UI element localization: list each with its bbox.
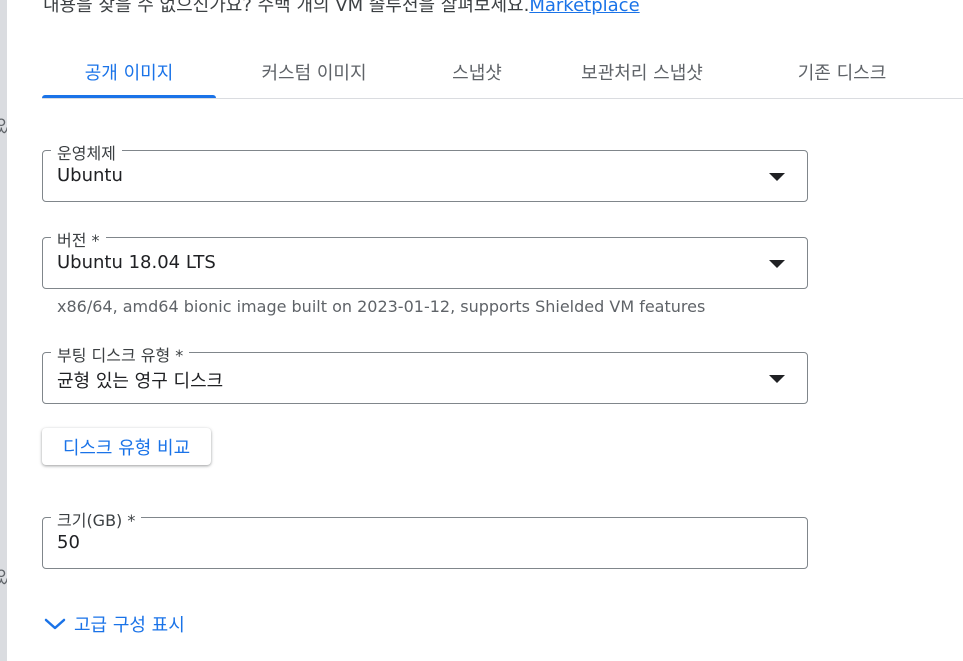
disk-size-label: 크기(GB) * <box>51 507 142 531</box>
version-hint: x86/64, amd64 bionic image built on 2023… <box>57 297 706 316</box>
boot-disk-panel: 내용을 찾을 수 없으신가요? 수백 개의 VM 솔루션을 살펴보세요.Mark… <box>7 0 963 661</box>
marketplace-intro-text: 내용을 찾을 수 없으신가요? 수백 개의 VM 솔루션을 살펴보세요. <box>43 0 530 16</box>
boot-disk-type-value: 균형 있는 영구 디스크 <box>57 371 224 392</box>
boot-disk-type-select[interactable]: 부팅 디스크 유형 * 균형 있는 영구 디스크 <box>42 342 808 404</box>
compare-disk-types-button[interactable]: 디스크 유형 비교 <box>42 428 211 465</box>
dropdown-arrow-icon <box>769 375 785 383</box>
tab-custom-images[interactable]: 커스텀 이미지 <box>216 46 412 97</box>
os-select-value: Ubuntu <box>57 165 123 186</box>
show-advanced-config-label: 고급 구성 표시 <box>74 615 185 636</box>
version-select[interactable]: 버전 * Ubuntu 18.04 LTS <box>42 227 808 289</box>
tab-snapshots[interactable]: 스냅샷 <box>412 46 542 97</box>
dropdown-arrow-icon <box>769 260 785 268</box>
image-source-tabs: 공개 이미지 커스텀 이미지 스냅샷 보관처리 스냅샷 기존 디스크 <box>42 46 963 99</box>
marketplace-link[interactable]: Marketplace <box>529 0 639 16</box>
background-page-edge: 있 i 있 <box>0 0 12 661</box>
boot-disk-type-label: 부팅 디스크 유형 * <box>51 342 190 366</box>
dropdown-arrow-icon <box>769 173 785 181</box>
tab-archive-snapshots[interactable]: 보관처리 스냅샷 <box>542 46 742 97</box>
os-select-label: 운영체제 <box>51 140 122 164</box>
disk-size-value: 50 <box>57 532 80 553</box>
show-advanced-config-toggle[interactable]: 고급 구성 표시 <box>44 610 185 638</box>
version-select-value: Ubuntu 18.04 LTS <box>57 252 216 273</box>
marketplace-intro: 내용을 찾을 수 없으신가요? 수백 개의 VM 솔루션을 살펴보세요.Mark… <box>43 0 640 17</box>
tab-public-images[interactable]: 공개 이미지 <box>42 46 216 98</box>
version-select-label: 버전 * <box>51 227 106 251</box>
disk-size-input[interactable]: 크기(GB) * 50 <box>42 507 808 569</box>
background-text-fragment: i <box>0 528 1 548</box>
chevron-down-icon <box>44 618 66 630</box>
os-select[interactable]: 운영체제 Ubuntu <box>42 140 808 202</box>
tab-existing-disks[interactable]: 기존 디스크 <box>742 46 942 97</box>
